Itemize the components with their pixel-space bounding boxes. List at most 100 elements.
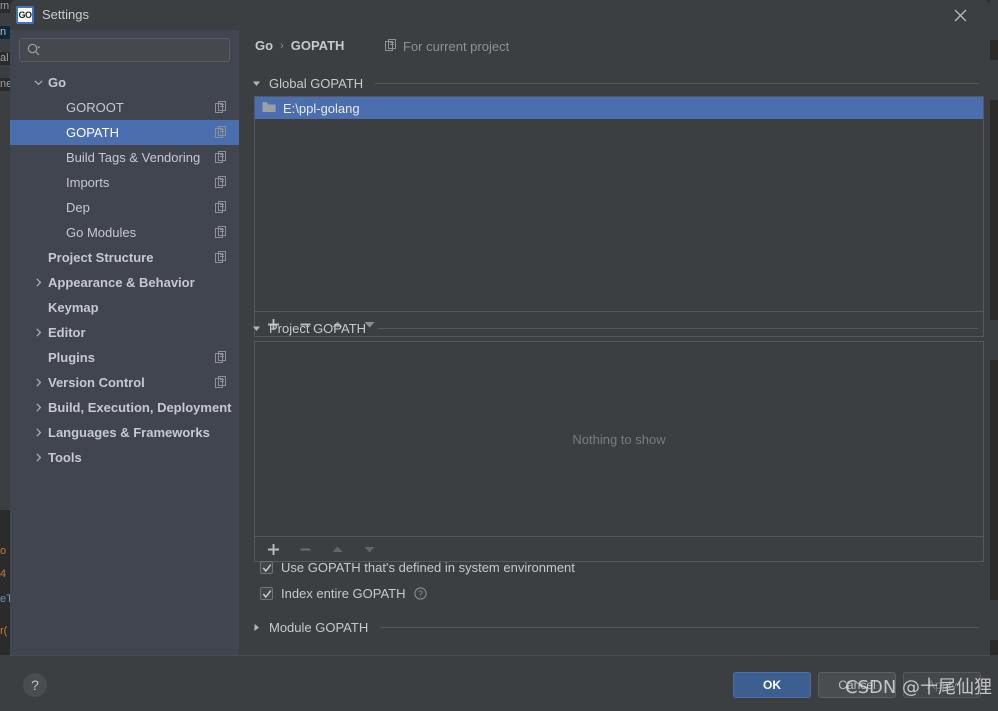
sidebar-item-label: GOROOT: [66, 100, 124, 115]
breadcrumb-parent[interactable]: Go: [255, 38, 273, 53]
dialog-title: Settings: [42, 7, 89, 22]
sidebar-item-label: Build, Execution, Deployment: [48, 400, 232, 415]
help-button[interactable]: ?: [23, 673, 47, 697]
search-box: [19, 38, 230, 62]
svg-text:?: ?: [418, 589, 423, 599]
move-down-button: [361, 541, 377, 557]
copy-settings-icon[interactable]: [215, 226, 227, 241]
project-gopath-title: Project GOPATH: [269, 321, 367, 336]
section-rule: [378, 328, 978, 329]
sidebar-item-editor[interactable]: Editor: [10, 320, 239, 345]
sidebar-item-version-control[interactable]: Version Control: [10, 370, 239, 395]
sidebar-item-label: Tools: [48, 450, 82, 465]
module-gopath-section-header[interactable]: Module GOPATH: [251, 620, 978, 635]
sidebar-item-appearance-behavior[interactable]: Appearance & Behavior: [10, 270, 239, 295]
chevron-right-icon[interactable]: [32, 377, 44, 389]
sidebar-item-label: Editor: [48, 325, 86, 340]
sidebar-item-label: Go: [48, 75, 67, 90]
sidebar-item-label: Plugins: [48, 350, 95, 365]
copy-settings-icon[interactable]: [215, 151, 227, 166]
sidebar-item-gopath[interactable]: GOPATH: [10, 120, 239, 145]
empty-message: Nothing to show: [572, 431, 666, 447]
sidebar-item-go-modules[interactable]: Go Modules: [10, 220, 239, 245]
go-logo-text: GO: [18, 9, 32, 20]
copy-settings-icon[interactable]: [215, 201, 227, 216]
move-up-button: [329, 541, 345, 557]
sidebar-item-label: Imports: [66, 175, 110, 190]
sidebar-item-label: Appearance & Behavior: [48, 275, 195, 290]
search-input[interactable]: [19, 38, 230, 62]
breadcrumb: Go › GOPATH: [255, 38, 344, 53]
chevron-right-icon[interactable]: [32, 452, 44, 464]
sidebar-item-go[interactable]: Go: [10, 70, 239, 95]
copy-settings-icon[interactable]: [215, 376, 227, 391]
sidebar-item-keymap[interactable]: Keymap: [10, 295, 239, 320]
sidebar-item-dep[interactable]: Dep: [10, 195, 239, 220]
sidebar-item-label: GOPATH: [66, 125, 119, 140]
sidebar-item-build-execution-deployment[interactable]: Build, Execution, Deployment: [10, 395, 239, 420]
copy-settings-icon[interactable]: [215, 351, 227, 366]
sidebar-item-tools[interactable]: Tools: [10, 445, 239, 470]
checkbox-label: Index entire GOPATH: [281, 586, 406, 601]
dialog-titlebar: GO Settings: [10, 0, 990, 30]
sidebar-item-label: Version Control: [48, 375, 145, 390]
sidebar-item-plugins[interactable]: Plugins: [10, 345, 239, 370]
breadcrumb-current: GOPATH: [290, 38, 345, 53]
copy-settings-icon[interactable]: [215, 176, 227, 191]
list-item[interactable]: E:\ppl-golang: [255, 97, 983, 119]
copy-settings-icon[interactable]: [215, 251, 227, 266]
background-right-strip: [990, 0, 998, 711]
chevron-right-icon: [251, 623, 261, 632]
gopath-entry-label: E:\ppl-golang: [283, 100, 360, 116]
settings-content-panel: Go › GOPATH For current project Global G…: [239, 30, 990, 655]
settings-tree: Go GOROOT GOPATH Build Tags & Vendoring Impo…: [10, 70, 239, 470]
ok-button[interactable]: OK: [733, 672, 811, 698]
remove-button: [297, 541, 313, 557]
chevron-down-icon: [251, 324, 261, 333]
global-gopath-title: Global GOPATH: [269, 76, 364, 91]
sidebar-item-imports[interactable]: Imports: [10, 170, 239, 195]
copy-settings-icon[interactable]: [215, 101, 227, 116]
help-icon[interactable]: ?: [413, 587, 427, 600]
add-button[interactable]: [265, 541, 281, 557]
copy-settings-icon: [385, 39, 397, 54]
chevron-down-icon[interactable]: [32, 77, 44, 89]
for-current-project-label: For current project: [403, 39, 510, 54]
chevron-down-icon: [251, 79, 261, 88]
sidebar-item-label: Build Tags & Vendoring: [66, 150, 201, 165]
checkbox-box[interactable]: [260, 587, 273, 600]
sidebar-item-build-tags-vendoring[interactable]: Build Tags & Vendoring: [10, 145, 239, 170]
copy-settings-icon[interactable]: [215, 126, 227, 141]
global-gopath-list[interactable]: E:\ppl-golang: [254, 96, 984, 312]
project-gopath-list[interactable]: Nothing to show: [254, 341, 984, 537]
sidebar-item-goroot[interactable]: GOROOT: [10, 95, 239, 120]
cancel-button[interactable]: Cancel: [818, 672, 896, 698]
sidebar-item-label: Project Structure: [48, 250, 154, 265]
for-current-project-button[interactable]: For current project: [385, 39, 509, 54]
dialog-footer: ? OK Cancel Apply: [10, 655, 990, 711]
settings-sidebar: Go GOROOT GOPATH Build Tags & Vendoring Impo…: [10, 30, 239, 655]
chevron-right-icon[interactable]: [32, 277, 44, 289]
chevron-right-icon[interactable]: [32, 427, 44, 439]
sidebar-item-label: Languages & Frameworks: [48, 425, 210, 440]
project-gopath-toolbar: [254, 537, 984, 562]
apply-button: Apply: [903, 672, 981, 698]
project-gopath-section-header[interactable]: Project GOPATH: [251, 321, 978, 336]
sidebar-item-project-structure[interactable]: Project Structure: [10, 245, 239, 270]
module-gopath-title: Module GOPATH: [269, 620, 369, 635]
section-rule: [375, 83, 978, 84]
checkbox-use-system-gopath[interactable]: Use GOPATH that's defined in system envi…: [260, 560, 575, 575]
global-gopath-section-header[interactable]: Global GOPATH: [251, 76, 978, 91]
section-rule: [380, 627, 978, 628]
chevron-right-icon[interactable]: [32, 402, 44, 414]
settings-dialog: GO Settings Go GOROOT GOPATH Build Tags & V…: [10, 0, 990, 711]
checkbox-label: Use GOPATH that's defined in system envi…: [281, 560, 575, 575]
sidebar-item-languages-frameworks[interactable]: Languages & Frameworks: [10, 420, 239, 445]
folder-icon: [262, 101, 276, 116]
checkbox-box[interactable]: [260, 561, 273, 574]
sidebar-item-label: Dep: [66, 200, 90, 215]
close-icon[interactable]: [938, 0, 982, 30]
checkbox-index-entire-gopath[interactable]: Index entire GOPATH ?: [260, 586, 427, 601]
breadcrumb-separator: ›: [280, 39, 284, 52]
chevron-right-icon[interactable]: [32, 327, 44, 339]
